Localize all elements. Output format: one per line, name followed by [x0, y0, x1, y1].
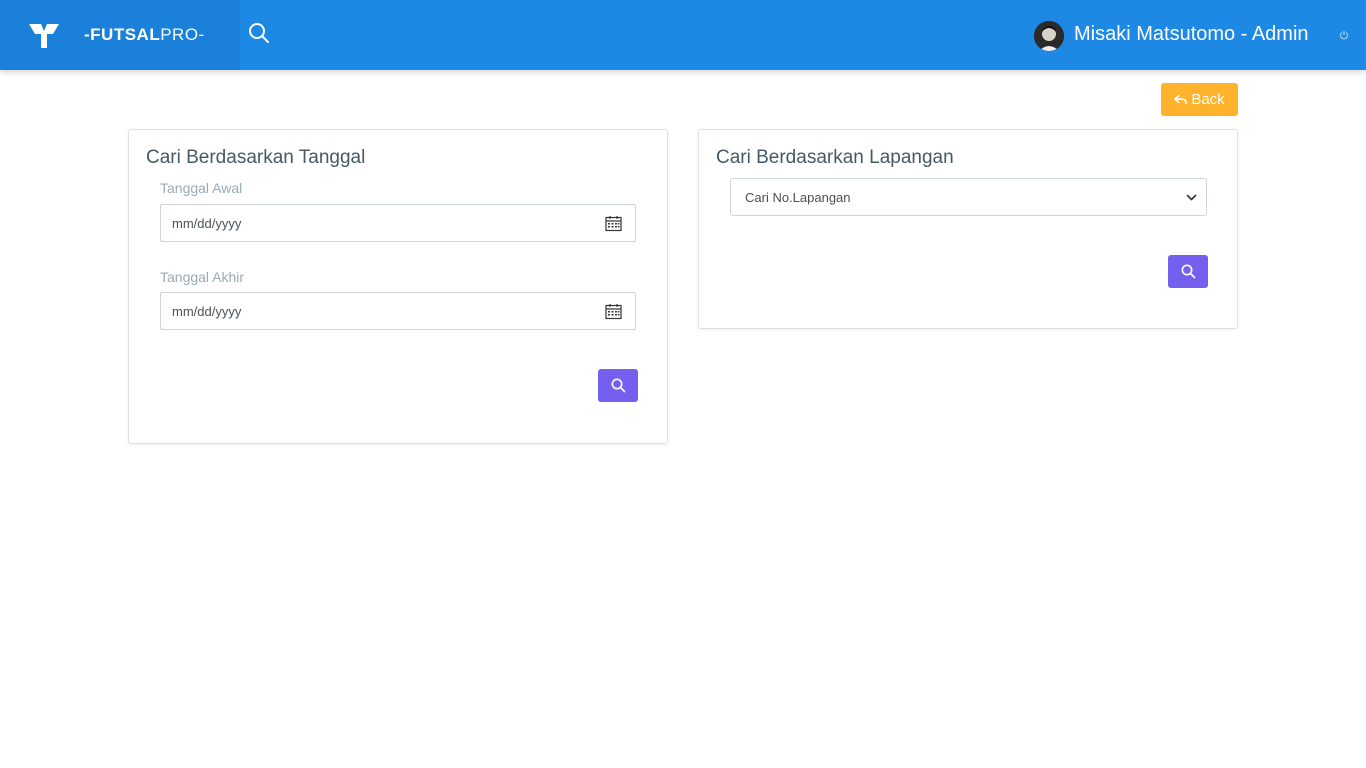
date-search-title: Cari Berdasarkan Tanggal: [146, 147, 366, 168]
chevron-down-icon: [1186, 194, 1197, 201]
brand-name: -FUTSALPRO-: [84, 25, 205, 45]
search-icon: [1181, 264, 1195, 279]
start-date-input[interactable]: mm/dd/yyyy: [160, 204, 636, 242]
avatar-image: [1034, 21, 1064, 51]
end-date-placeholder: mm/dd/yyyy: [172, 303, 242, 319]
date-search-card: Cari Berdasarkan Tanggal Tanggal Awal mm…: [128, 129, 668, 444]
avatar[interactable]: [1034, 21, 1064, 51]
field-number-select-value: Cari No.Lapangan: [745, 189, 851, 205]
brand-name-light: PRO-: [160, 25, 205, 44]
search-icon[interactable]: [248, 22, 270, 44]
top-navbar: -FUTSALPRO- Misaki Matsutomo - Admin: [0, 0, 1366, 70]
start-date-placeholder: mm/dd/yyyy: [172, 215, 242, 231]
date-search-button[interactable]: [598, 369, 638, 402]
end-date-label: Tanggal Akhir: [160, 269, 245, 285]
calendar-icon[interactable]: [605, 215, 622, 232]
user-name[interactable]: Misaki Matsutomo - Admin: [1074, 23, 1309, 46]
calendar-icon[interactable]: [605, 303, 622, 320]
field-number-select[interactable]: Cari No.Lapangan: [730, 178, 1207, 216]
back-button-label: Back: [1191, 91, 1225, 108]
brand-name-bold: -FUTSAL: [84, 25, 161, 44]
back-button[interactable]: Back: [1161, 83, 1238, 116]
end-date-input[interactable]: mm/dd/yyyy: [160, 292, 636, 330]
power-icon[interactable]: [1339, 30, 1349, 40]
undo-icon: [1174, 94, 1188, 105]
field-search-card: Cari Berdasarkan Lapangan Cari No.Lapang…: [698, 129, 1238, 329]
field-search-title: Cari Berdasarkan Lapangan: [716, 147, 954, 168]
logo-icon: [29, 24, 59, 48]
search-icon: [611, 378, 625, 393]
brand-panel[interactable]: -FUTSALPRO-: [0, 0, 240, 70]
start-date-label: Tanggal Awal: [160, 180, 243, 196]
field-search-button[interactable]: [1168, 255, 1208, 288]
